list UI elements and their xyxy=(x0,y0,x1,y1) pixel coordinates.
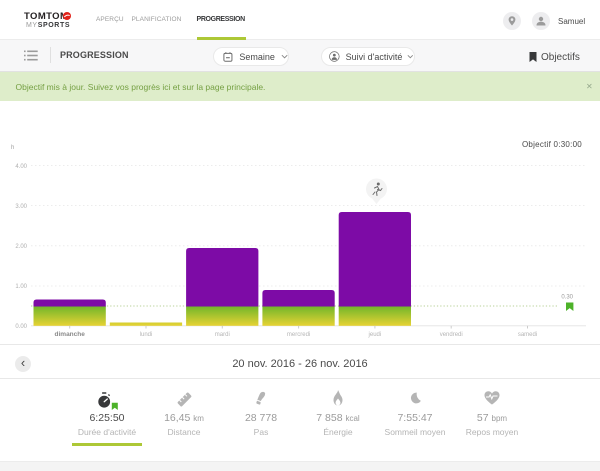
svg-text:0.30: 0.30 xyxy=(561,295,573,301)
svg-text:h: h xyxy=(11,145,14,151)
svg-text:mardi: mardi xyxy=(215,332,230,338)
svg-text:dimanche: dimanche xyxy=(55,331,86,338)
svg-text:jeudi: jeudi xyxy=(368,332,382,338)
svg-text:vendredi: vendredi xyxy=(440,332,463,338)
svg-text:2.00: 2.00 xyxy=(15,244,27,250)
svg-text:lundi: lundi xyxy=(140,332,153,338)
svg-text:3.00: 3.00 xyxy=(15,204,27,210)
svg-text:1.00: 1.00 xyxy=(15,284,27,290)
svg-text:samedi: samedi xyxy=(518,332,537,338)
svg-text:mercredi: mercredi xyxy=(287,332,310,338)
svg-text:4.00: 4.00 xyxy=(15,164,27,170)
svg-text:0.00: 0.00 xyxy=(15,324,27,330)
